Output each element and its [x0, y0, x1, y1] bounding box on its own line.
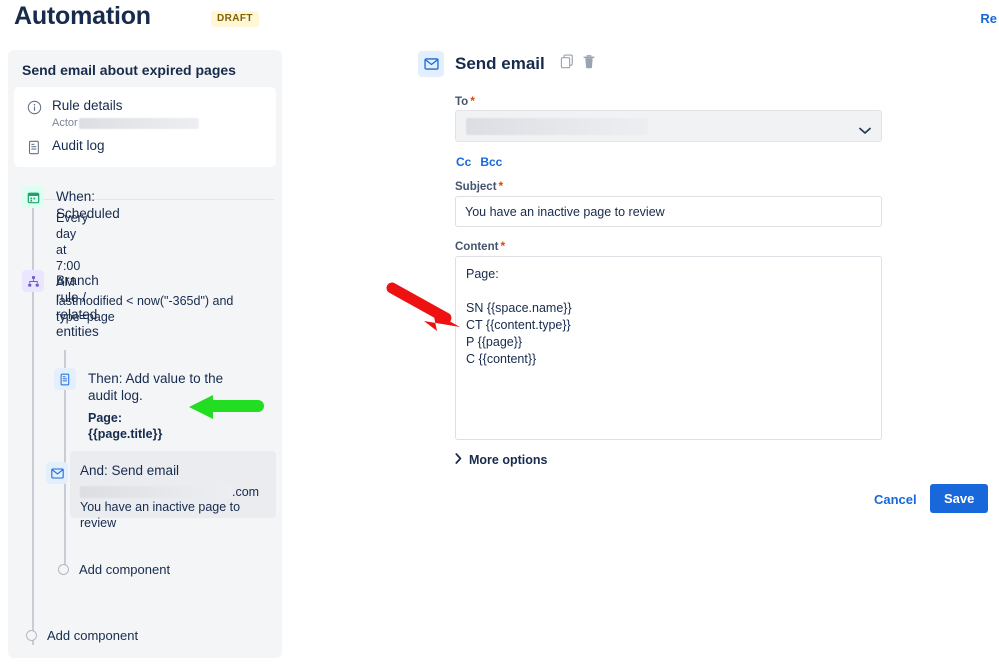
subject-field-label: Subject * — [455, 179, 503, 193]
node-and-send-email[interactable]: And: Send email .com You have an inactiv… — [46, 451, 276, 530]
envelope-icon-wrap — [418, 51, 444, 77]
required-asterisk: * — [500, 239, 506, 253]
to-field-label: To * — [455, 94, 475, 108]
required-asterisk: * — [498, 179, 504, 193]
save-button[interactable]: Save — [930, 484, 989, 513]
header-return-link[interactable]: Re — [980, 11, 997, 26]
detail-header-actions — [560, 54, 596, 75]
cancel-button[interactable]: Cancel — [874, 492, 917, 507]
red-arrow — [386, 282, 460, 331]
timeline-line-branch — [32, 315, 34, 645]
timeline-line-main — [32, 205, 34, 315]
rule-name-title: Send email about expired pages — [22, 62, 236, 78]
info-circle-icon — [26, 99, 42, 115]
content-textarea[interactable]: Page: SN {{space.name}} CT {{content.typ… — [455, 256, 882, 440]
node-subtitle: Page: {{page.title}} — [88, 411, 163, 441]
to-label-text: To — [455, 96, 469, 108]
calendar-icon — [27, 192, 39, 203]
required-asterisk: * — [470, 94, 475, 108]
to-select[interactable] — [455, 110, 882, 142]
branch-icon-wrap — [22, 270, 44, 292]
rule-details-text: Rule details Actor — [52, 97, 199, 129]
to-value-redacted — [466, 118, 648, 135]
sidebar-item-audit-log[interactable]: Audit log — [26, 137, 105, 155]
branch-icon — [27, 275, 39, 287]
more-options-toggle[interactable]: More options — [455, 453, 547, 467]
subject-input[interactable]: You have an inactive page to review — [455, 196, 882, 227]
bcc-link[interactable]: Bcc — [480, 155, 502, 169]
sidebar-item-rule-details[interactable]: Rule details Actor — [26, 97, 199, 129]
cc-bcc-links: Cc Bcc — [456, 155, 502, 169]
actor-line: Actor — [52, 117, 199, 129]
more-options-label: More options — [469, 453, 548, 467]
copy-icon[interactable] — [560, 54, 574, 74]
email-address-redacted — [80, 486, 232, 498]
node-subtitle: lastmodified < now("-365d") and type=pag… — [56, 294, 234, 324]
content-field-label: Content * — [455, 239, 505, 253]
email-recipient-line: .com — [80, 484, 259, 500]
content-label-text: Content — [455, 241, 499, 253]
email-subject-preview: You have an inactive page to review — [80, 500, 241, 530]
actor-value-redacted — [78, 117, 199, 129]
add-circle-icon — [26, 630, 37, 641]
add-component-outer-button[interactable]: Add component — [26, 628, 138, 643]
add-component-label: Add component — [47, 628, 139, 643]
detail-title: Send email — [455, 54, 545, 73]
detail-header: Send email — [418, 51, 596, 77]
node-title: Then: Add value to the audit log. — [88, 371, 224, 403]
chevron-down-icon — [859, 122, 871, 140]
document-icon — [60, 373, 70, 385]
subject-label-text: Subject — [455, 181, 497, 193]
sidebar-item-label: Rule details — [52, 98, 123, 113]
envelope-icon-wrap — [46, 462, 68, 484]
subject-value: You have an inactive page to review — [465, 204, 665, 219]
document-icon-wrap — [54, 368, 76, 390]
cc-link[interactable]: Cc — [456, 155, 471, 169]
rule-outline-panel: Send email about expired pages Rule deta… — [8, 50, 282, 658]
status-badge: DRAFT — [211, 11, 259, 27]
audit-log-icon — [26, 139, 42, 155]
node-title: And: Send email — [80, 463, 180, 478]
chevron-right-icon — [455, 453, 462, 467]
envelope-icon — [50, 468, 64, 478]
delete-icon[interactable] — [582, 54, 596, 75]
actor-label: Actor — [52, 117, 78, 129]
add-component-label: Add component — [79, 562, 171, 577]
add-component-inner-button[interactable]: Add component — [58, 562, 170, 577]
rule-meta-card: Rule details Actor Audit log — [14, 87, 276, 200]
add-circle-icon — [58, 564, 69, 575]
sidebar-item-label: Audit log — [52, 138, 105, 153]
email-domain-suffix: .com — [232, 485, 260, 499]
envelope-icon — [423, 58, 439, 70]
page-header: Automation DRAFT Re — [0, 0, 999, 42]
page-title: Automation — [14, 2, 151, 30]
calendar-icon-wrap — [22, 186, 44, 208]
